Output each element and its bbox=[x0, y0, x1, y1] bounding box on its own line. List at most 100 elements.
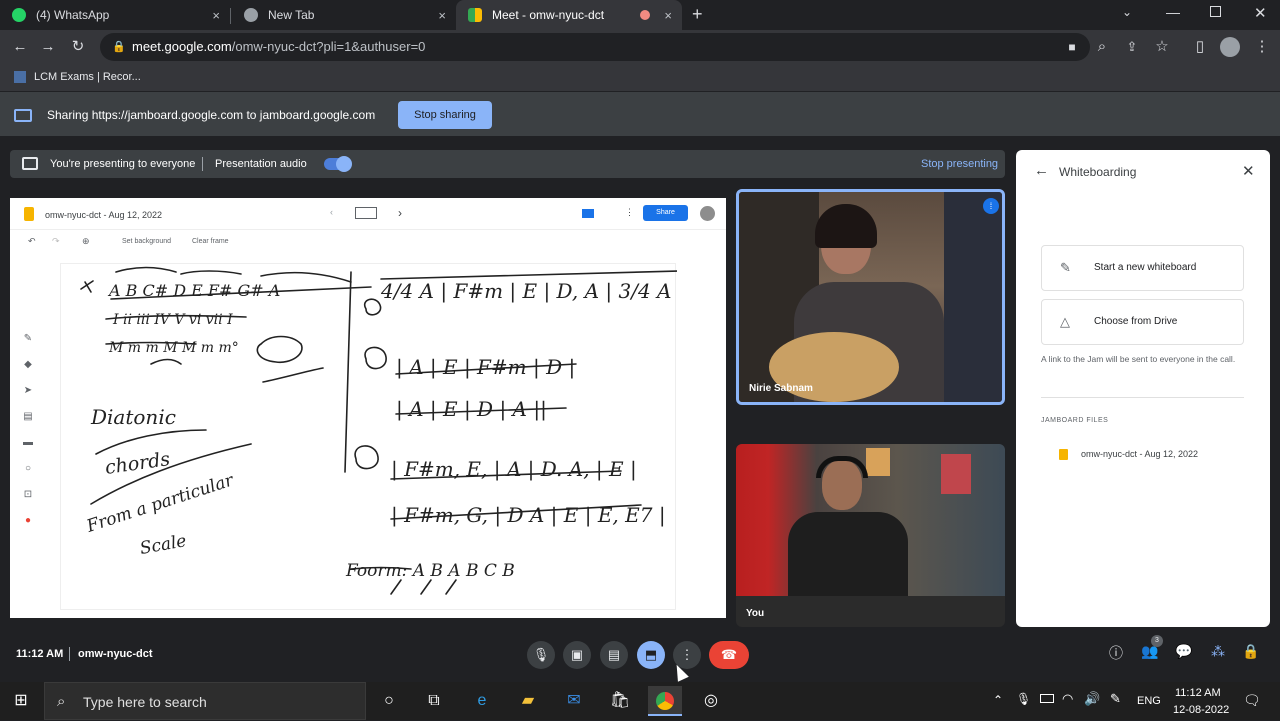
files-heading: JAMBOARD FILES bbox=[1041, 417, 1109, 424]
close-panel-icon[interactable]: ✕ bbox=[1242, 162, 1255, 180]
store-icon[interactable]: 🛍 bbox=[603, 686, 637, 716]
presentation-audio-toggle[interactable] bbox=[324, 156, 352, 172]
next-frame-icon[interactable]: › bbox=[398, 206, 402, 220]
tab-meet[interactable]: Meet - omw-nyuc-dct × bbox=[456, 0, 682, 30]
curtain bbox=[944, 192, 1002, 402]
svg-text:| F#m, G, | D A | E | E, E7 |: | F#m, G, | D A | E | E, E7 | bbox=[391, 503, 666, 528]
task-view-icon[interactable]: ⧉ bbox=[417, 686, 451, 716]
set-background-button[interactable]: Set background bbox=[122, 238, 171, 245]
reload-icon[interactable]: ↻ bbox=[68, 30, 88, 64]
show-hidden-icons[interactable]: ⌃ bbox=[993, 693, 1003, 707]
chrome-taskbar-icon[interactable] bbox=[648, 686, 682, 716]
choose-drive-label: Choose from Drive bbox=[1094, 316, 1178, 327]
presenting-text: You're presenting to everyone bbox=[50, 158, 196, 170]
eraser-icon[interactable]: ◆ bbox=[18, 359, 38, 385]
menu-icon[interactable]: ⋮ bbox=[1252, 30, 1272, 64]
mic-button[interactable]: 🎙 bbox=[527, 641, 555, 669]
present-icon[interactable] bbox=[582, 209, 594, 218]
frame-bar-icon[interactable] bbox=[355, 207, 377, 219]
tab-search-icon[interactable]: ⌄ bbox=[1122, 5, 1132, 19]
clock-date[interactable]: 12-08-2022 bbox=[1173, 704, 1229, 716]
recording-icon bbox=[640, 10, 650, 20]
profile-avatar[interactable] bbox=[1220, 37, 1240, 57]
close-window-button[interactable]: ✕ bbox=[1254, 4, 1267, 22]
info-icon[interactable]: ⓘ bbox=[1106, 643, 1126, 663]
whiteboard-canvas[interactable]: Diatonic chords From a particular Scale … bbox=[60, 263, 677, 610]
prev-frame-icon[interactable]: ‹ bbox=[330, 207, 333, 217]
edge-icon[interactable]: e bbox=[465, 686, 499, 716]
captions-button[interactable]: ▤ bbox=[600, 641, 628, 669]
tab-new-tab[interactable]: New Tab × bbox=[232, 0, 456, 30]
svg-text:| F#m, E, | A | D. A, | E |: | F#m, E, | A | D. A, | E | bbox=[391, 457, 637, 482]
camera-icon[interactable]: ■ bbox=[1062, 30, 1082, 64]
tab-strip: (4) WhatsApp × New Tab × Meet - omw-nyuc… bbox=[0, 0, 1280, 30]
text-box-icon[interactable]: ⊡ bbox=[18, 489, 38, 515]
battery-icon[interactable] bbox=[1040, 694, 1054, 703]
select-icon[interactable]: ➤ bbox=[18, 385, 38, 411]
camera-button[interactable]: ▣ bbox=[563, 641, 591, 669]
back-arrow-icon[interactable]: ← bbox=[1034, 162, 1049, 179]
pen-tray-icon[interactable]: ✎ bbox=[1110, 691, 1121, 707]
windows-start-icon[interactable]: ⊞ bbox=[4, 686, 38, 716]
jamboard-side-tools: ✎ ◆ ➤ ▤ ▬ ○ ⊡ ● bbox=[18, 333, 38, 541]
taskbar-search-input[interactable]: ⌕ Type here to search bbox=[44, 682, 366, 720]
wifi-icon[interactable]: ◠ bbox=[1062, 691, 1073, 707]
bookmark-lcm[interactable]: LCM Exams | Recor... bbox=[34, 71, 141, 83]
svg-text:| A | E | F#m | D |: | A | E | F#m | D | bbox=[396, 355, 575, 380]
zoom-icon[interactable]: ⊕ bbox=[82, 236, 90, 247]
activities-icon[interactable]: ⁂ bbox=[1208, 643, 1228, 663]
microphone-tray-icon[interactable]: 🎙 bbox=[1016, 692, 1031, 706]
close-tab-icon[interactable]: × bbox=[438, 8, 446, 23]
jam-share-button[interactable]: Share bbox=[643, 205, 688, 221]
address-bar[interactable]: 🔒 meet.google.com/omw-nyuc-dct?pli=1&aut… bbox=[100, 33, 1090, 61]
self-tile[interactable]: You bbox=[736, 444, 1005, 627]
more-icon[interactable]: ⋮ bbox=[625, 207, 634, 218]
new-tab-button[interactable]: + bbox=[692, 4, 703, 25]
present-button[interactable]: ⬒ bbox=[637, 641, 665, 669]
search-placeholder: Type here to search bbox=[83, 694, 207, 710]
language-indicator[interactable]: ENG bbox=[1137, 695, 1161, 707]
close-tab-icon[interactable]: × bbox=[212, 8, 220, 23]
image-icon[interactable]: ▬ bbox=[18, 437, 38, 463]
cortana-icon[interactable]: ○ bbox=[372, 686, 406, 716]
hang-up-button[interactable]: ☎ bbox=[709, 641, 749, 669]
svg-text:I ii iii IV V vi vii I: I ii iii IV V vi vii I bbox=[112, 312, 233, 328]
file-explorer-icon[interactable]: ▰ bbox=[511, 686, 545, 716]
participant-tile[interactable]: ⁞ Nirie Sabnam bbox=[736, 189, 1005, 405]
circle-icon[interactable]: ○ bbox=[18, 463, 38, 489]
laser-icon[interactable]: ● bbox=[18, 515, 38, 541]
close-tab-icon[interactable]: × bbox=[664, 8, 672, 23]
redo-icon[interactable]: ↷ bbox=[52, 236, 60, 247]
sticky-note-icon[interactable]: ▤ bbox=[18, 411, 38, 437]
screen-recorder-icon[interactable]: ◎ bbox=[694, 686, 728, 716]
side-panel-icon[interactable]: ▯ bbox=[1190, 30, 1210, 64]
zoom-icon[interactable]: ⌕ bbox=[1092, 30, 1112, 64]
mail-icon[interactable]: ✉ bbox=[557, 686, 591, 716]
tab-whatsapp[interactable]: (4) WhatsApp × bbox=[0, 0, 230, 30]
stop-presenting-button[interactable]: Stop presenting bbox=[921, 158, 998, 170]
url-path: /omw-nyuc-dct?pli=1&authuser=0 bbox=[231, 39, 426, 54]
start-new-whiteboard-button[interactable]: ✎ Start a new whiteboard bbox=[1041, 245, 1244, 291]
pen-icon[interactable]: ✎ bbox=[18, 333, 38, 359]
whiteboarding-panel: ← Whiteboarding ✕ ✎ Start a new whiteboa… bbox=[1016, 150, 1270, 627]
restore-button[interactable] bbox=[1210, 6, 1221, 17]
stop-sharing-button[interactable]: Stop sharing bbox=[398, 101, 492, 129]
bookmark-star-icon[interactable]: ☆ bbox=[1152, 30, 1172, 64]
notification-icon[interactable]: 🗨 bbox=[1243, 692, 1261, 709]
forward-icon[interactable]: → bbox=[38, 30, 58, 64]
jam-avatar[interactable] bbox=[700, 206, 715, 221]
jam-share-label: Share bbox=[656, 209, 675, 216]
choose-from-drive-button[interactable]: △ Choose from Drive bbox=[1041, 299, 1244, 345]
chat-icon[interactable]: 💬 bbox=[1174, 643, 1194, 663]
clock-time[interactable]: 11:12 AM bbox=[1175, 687, 1221, 699]
back-icon[interactable]: ← bbox=[10, 30, 30, 64]
person-body bbox=[788, 512, 908, 596]
undo-icon[interactable]: ↶ bbox=[28, 236, 36, 247]
minimize-button[interactable]: — bbox=[1166, 4, 1180, 20]
present-screen-icon bbox=[22, 157, 38, 170]
share-page-icon[interactable]: ⇪ bbox=[1122, 30, 1142, 64]
volume-icon[interactable]: 🔊 bbox=[1084, 691, 1100, 707]
host-controls-icon[interactable]: 🔒 bbox=[1241, 643, 1261, 663]
clear-frame-button[interactable]: Clear frame bbox=[192, 238, 229, 245]
tab-divider bbox=[230, 8, 231, 24]
